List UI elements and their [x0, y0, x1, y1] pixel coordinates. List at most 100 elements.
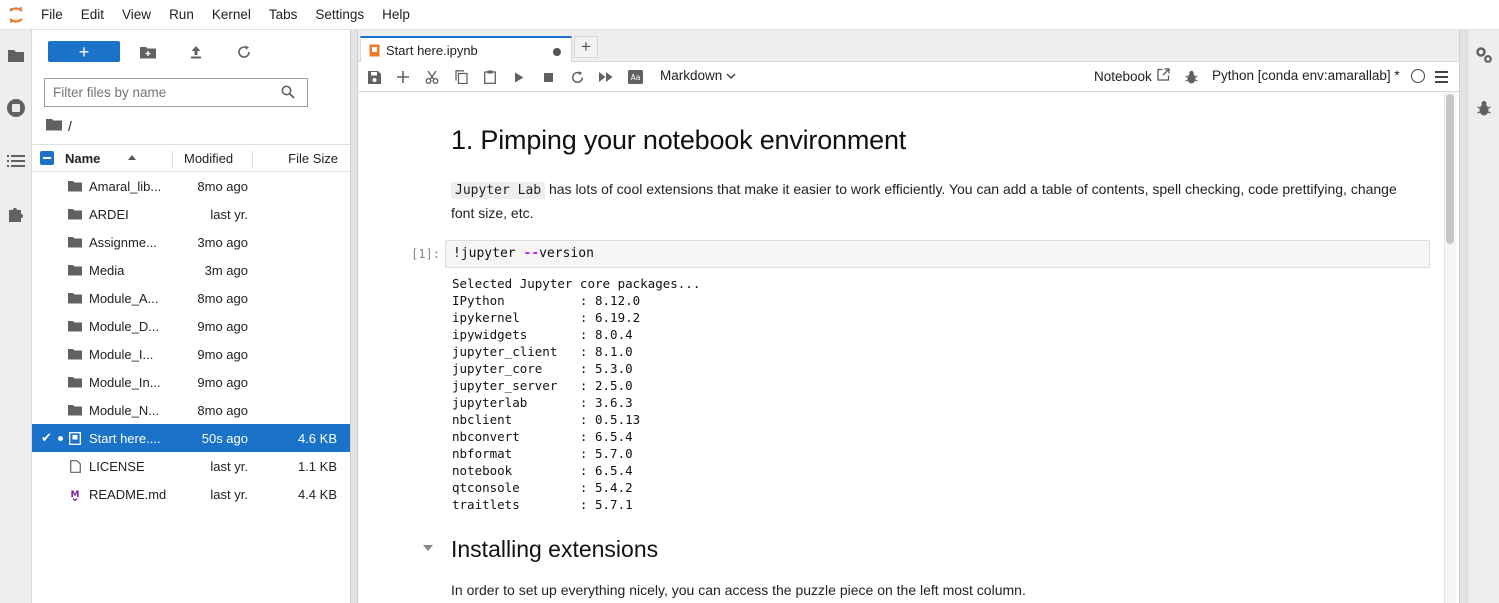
interrupt-kernel-icon[interactable]: [540, 69, 556, 85]
menu-help[interactable]: Help: [373, 0, 419, 30]
file-modified: 8mo ago: [197, 403, 248, 418]
menu-edit[interactable]: Edit: [72, 0, 113, 30]
menu-view[interactable]: View: [113, 0, 160, 30]
search-icon: [281, 85, 295, 102]
tab-start-here[interactable]: Start here.ipynb: [360, 36, 572, 63]
file-filter-input[interactable]: [53, 85, 273, 100]
unsaved-dot-icon[interactable]: [553, 48, 561, 56]
file-row[interactable]: Assignme... 3mo ago: [32, 228, 350, 256]
file-modified: 3m ago: [204, 263, 248, 278]
hamburger-menu-icon[interactable]: [1433, 69, 1449, 85]
breadcrumb: /: [46, 117, 72, 135]
cut-icon[interactable]: [424, 69, 440, 85]
new-launcher-button[interactable]: +: [48, 41, 120, 62]
collapse-heading-icon[interactable]: [423, 545, 433, 551]
output-line: traitlets : 5.7.1: [452, 497, 633, 512]
notebook-content[interactable]: 1. Pimping your notebook environment Jup…: [358, 92, 1459, 603]
output-line: jupyter_server : 2.5.0: [452, 378, 633, 393]
format-text-icon[interactable]: Aa: [627, 69, 643, 85]
file-modified: 8mo ago: [197, 179, 248, 194]
menu-file[interactable]: File: [32, 0, 72, 30]
new-folder-icon[interactable]: [139, 43, 157, 61]
restart-kernel-icon[interactable]: [569, 69, 585, 85]
table-of-contents-icon[interactable]: [5, 150, 27, 172]
file-row[interactable]: M README.md last yr. 4.4 KB: [32, 480, 350, 508]
heading-pimping-notebook: 1. Pimping your notebook environment: [451, 125, 907, 155]
extensions-puzzle-icon[interactable]: [5, 203, 27, 225]
file-row[interactable]: LICENSE last yr. 1.1 KB: [32, 452, 350, 480]
open-in-notebook-button[interactable]: Notebook: [1094, 68, 1170, 84]
file-name: README.md: [89, 487, 167, 502]
new-launcher-label: +: [78, 41, 90, 62]
running-dot-icon: [58, 436, 63, 441]
folder-icon: [68, 263, 82, 277]
intro-text: has lots of cool extensions that make it…: [451, 181, 1397, 221]
document-tab-bar: Start here.ipynb +: [358, 30, 1459, 63]
file-row[interactable]: Module_In... 9mo ago: [32, 368, 350, 396]
folder-icon: [68, 207, 82, 221]
kernel-name[interactable]: Python [conda env:amarallab] *: [1212, 68, 1400, 83]
cell-type-select[interactable]: Markdown: [660, 68, 736, 83]
code-cell-editor[interactable]: !jupyter --version: [445, 240, 1430, 268]
menu-bar: File Edit View Run Kernel Tabs Settings …: [0, 0, 1499, 30]
file-modified: last yr.: [210, 487, 248, 502]
file-row[interactable]: Module_A... 8mo ago: [32, 284, 350, 312]
insert-cell-icon[interactable]: [395, 69, 411, 85]
left-activity-bar: [0, 30, 32, 603]
svg-text:M: M: [71, 490, 80, 500]
save-icon[interactable]: [366, 69, 382, 85]
output-line: jupyterlab : 3.6.3: [452, 395, 633, 410]
file-name: Module_In...: [89, 375, 161, 390]
debugger-bug-icon[interactable]: [1183, 69, 1199, 85]
copy-icon[interactable]: [453, 69, 469, 85]
file-filter-field[interactable]: [44, 78, 308, 107]
intro-paragraph: Jupyter Lab has lots of cool extensions …: [451, 178, 1421, 225]
file-row[interactable]: ✔ Start here.... 50s ago 4.6 KB: [32, 424, 350, 452]
running-kernels-icon[interactable]: [5, 97, 27, 119]
folder-icon[interactable]: [5, 44, 27, 66]
notebook-link-label: Notebook: [1094, 68, 1152, 84]
checkmark-icon[interactable]: ✔: [41, 430, 52, 446]
file-name: Assignme...: [89, 235, 157, 250]
cell-output: Selected Jupyter core packages... IPython…: [452, 275, 700, 513]
menu-run[interactable]: Run: [160, 0, 203, 30]
menu-kernel[interactable]: Kernel: [203, 0, 260, 30]
jupyter-logo-icon[interactable]: [0, 0, 32, 30]
output-line: jupyter_core : 5.3.0: [452, 361, 633, 376]
new-tab-button[interactable]: +: [574, 36, 598, 58]
file-name: Module_I...: [89, 347, 154, 362]
file-name: LICENSE: [89, 459, 145, 474]
file-row[interactable]: Module_D... 9mo ago: [32, 312, 350, 340]
file-row[interactable]: Amaral_lib... 8mo ago: [32, 172, 350, 200]
run-cell-icon[interactable]: [511, 69, 527, 85]
column-file-size[interactable]: File Size: [288, 151, 338, 166]
debugger-icon[interactable]: [1473, 97, 1495, 119]
refresh-icon[interactable]: [235, 43, 253, 61]
paste-icon[interactable]: [482, 69, 498, 85]
restart-run-all-icon[interactable]: [598, 69, 614, 85]
file-row[interactable]: Media 3m ago: [32, 256, 350, 284]
menu-settings[interactable]: Settings: [306, 0, 373, 30]
file-name: Module_A...: [89, 291, 159, 306]
upload-icon[interactable]: [187, 43, 205, 61]
menu-tabs[interactable]: Tabs: [260, 0, 307, 30]
folder-icon: [68, 347, 82, 361]
home-folder-icon[interactable]: [46, 118, 62, 134]
external-link-icon: [1157, 68, 1170, 84]
scrollbar-thumb[interactable]: [1446, 94, 1454, 244]
notebook-icon: [369, 44, 380, 57]
column-modified[interactable]: Modified: [184, 151, 233, 166]
select-all-checkbox[interactable]: [40, 151, 54, 165]
file-row[interactable]: Module_I... 9mo ago: [32, 340, 350, 368]
file-row[interactable]: Module_N... 8mo ago: [32, 396, 350, 424]
file-modified: last yr.: [210, 459, 248, 474]
file-row[interactable]: ARDEI last yr.: [32, 200, 350, 228]
panel-splitter[interactable]: [350, 30, 358, 603]
breadcrumb-root[interactable]: /: [68, 118, 72, 134]
folder-icon: [68, 291, 82, 305]
property-inspector-gears-icon[interactable]: [1473, 44, 1495, 66]
column-name[interactable]: Name: [65, 151, 100, 166]
file-modified: 9mo ago: [197, 319, 248, 334]
folder-icon: [68, 179, 82, 193]
right-panel-splitter[interactable]: [1459, 30, 1467, 603]
